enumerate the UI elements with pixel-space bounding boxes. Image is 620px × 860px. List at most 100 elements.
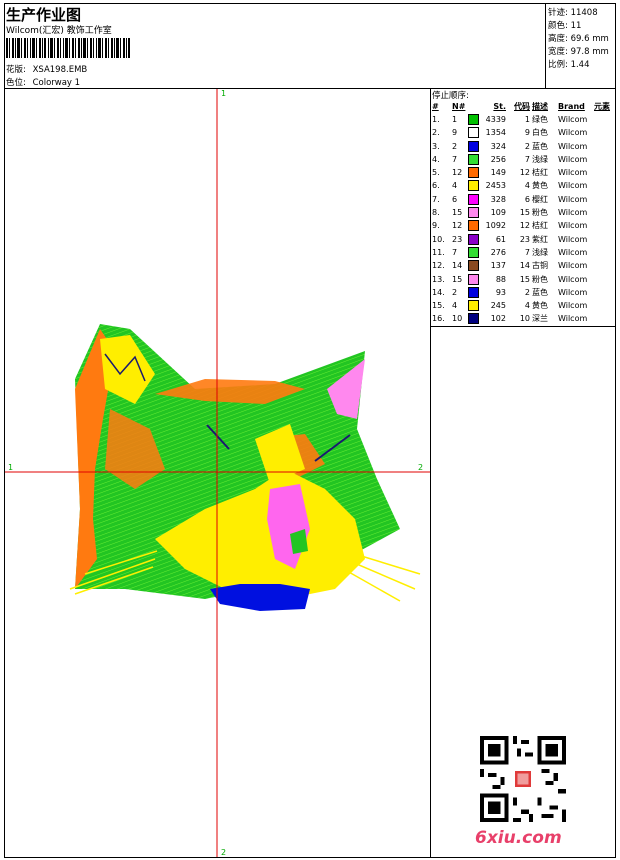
row-code: 2 [524, 141, 530, 151]
color-swatch [468, 220, 479, 232]
table-row: 12. 14 137 14 古铜 Wilcom [431, 259, 611, 272]
row-index: 15. [432, 301, 445, 311]
colorway-row: 色位: Colorway 1 [6, 76, 80, 88]
row-needle: 14 [452, 261, 463, 271]
row-description: 粉色 [532, 208, 548, 218]
row-stitches: 245 [490, 301, 506, 311]
row-code: 7 [524, 247, 530, 257]
row-index: 16. [432, 314, 445, 324]
barcode-image [6, 38, 130, 58]
row-stitches: 276 [490, 247, 506, 257]
row-brand: Wilcom [558, 141, 588, 151]
row-brand: Wilcom [558, 314, 588, 324]
row-swatch [467, 299, 481, 312]
row-element [593, 193, 611, 206]
pattern-value: XSA198.EMB [32, 65, 88, 75]
row-needle: 12 [452, 221, 463, 231]
row-stitches: 2453 [485, 181, 506, 191]
row-stitches: 88 [495, 274, 506, 284]
row-needle: 4 [452, 181, 458, 191]
table-row: 11. 7 276 7 浅绿 Wilcom [431, 246, 611, 259]
row-description: 蓝色 [532, 141, 548, 151]
row-description: 桔红 [532, 168, 548, 178]
row-code: 15 [519, 274, 530, 284]
row-index: 2. [432, 128, 440, 138]
design-canvas [5, 89, 430, 857]
color-swatch [468, 193, 479, 205]
row-code: 10 [519, 314, 530, 324]
studio-subtitle: Wilcom(汇宏) 教饰工作室 [6, 26, 112, 36]
row-brand: Wilcom [558, 181, 588, 191]
table-row: 3. 2 324 2 蓝色 Wilcom [431, 140, 611, 153]
row-stitches: 1092 [485, 221, 506, 231]
table-row: 16. 10 102 10 深兰 Wilcom [431, 312, 611, 325]
row-needle: 10 [452, 314, 463, 324]
col-needle: N# [452, 102, 466, 111]
row-brand: Wilcom [558, 274, 588, 284]
row-element [593, 140, 611, 153]
col-description: 描述 [532, 102, 548, 111]
col-index: # [432, 102, 439, 111]
row-brand: Wilcom [558, 247, 588, 257]
table-bottom-divider [430, 326, 616, 327]
row-needle: 7 [452, 247, 458, 257]
row-swatch [467, 113, 481, 126]
row-element [593, 299, 611, 312]
row-element [593, 179, 611, 192]
row-needle: 12 [452, 168, 463, 178]
col-code: 代码 [514, 102, 530, 111]
row-index: 6. [432, 181, 440, 191]
row-brand: Wilcom [558, 287, 588, 297]
row-code: 12 [519, 168, 530, 178]
row-description: 紫红 [532, 234, 548, 244]
row-index: 3. [432, 141, 440, 151]
color-swatch [468, 127, 479, 139]
row-swatch [467, 246, 481, 259]
color-swatch [468, 167, 479, 179]
row-stitches: 256 [490, 154, 506, 164]
row-brand: Wilcom [558, 301, 588, 311]
color-swatch [468, 313, 479, 325]
row-element [593, 233, 611, 246]
color-swatch [468, 140, 479, 152]
row-stitches: 1354 [485, 128, 506, 138]
row-index: 10. [432, 234, 445, 244]
row-code: 4 [524, 181, 530, 191]
table-row: 13. 15 88 15 粉色 Wilcom [431, 273, 611, 286]
col-stitches: St. [493, 102, 506, 111]
qr-code-image [480, 736, 566, 822]
row-swatch [467, 219, 481, 232]
row-description: 粉色 [532, 274, 548, 284]
row-element [593, 153, 611, 166]
color-swatch [468, 273, 479, 285]
row-description: 白色 [532, 128, 548, 138]
row-brand: Wilcom [558, 234, 588, 244]
stat-width: 宽度: 97.8 mm [548, 47, 609, 57]
axis-label-top: 1 [221, 89, 227, 98]
row-swatch [467, 206, 481, 219]
row-code: 14 [519, 261, 530, 271]
color-swatch [468, 246, 479, 258]
row-index: 13. [432, 274, 445, 284]
axis-label-bottom: 2 [221, 848, 227, 857]
row-needle: 23 [452, 234, 463, 244]
row-swatch [467, 312, 481, 325]
table-row: 5. 12 149 12 桔红 Wilcom [431, 166, 611, 179]
color-swatch [468, 286, 479, 298]
row-description: 蓝色 [532, 287, 548, 297]
row-swatch [467, 193, 481, 206]
row-swatch [467, 140, 481, 153]
table-row: 1. 1 4339 1 绿色 Wilcom [431, 113, 611, 126]
pattern-label: 花版: [6, 65, 26, 75]
cat-embroidery [69, 324, 421, 611]
row-needle: 15 [452, 208, 463, 218]
row-index: 8. [432, 208, 440, 218]
row-element [593, 259, 611, 272]
row-index: 11. [432, 247, 445, 257]
table-row: 15. 4 245 4 黄色 Wilcom [431, 299, 611, 312]
col-swatch [467, 101, 481, 113]
row-element [593, 206, 611, 219]
row-stitches: 102 [490, 314, 506, 324]
row-element [593, 166, 611, 179]
row-brand: Wilcom [558, 194, 588, 204]
